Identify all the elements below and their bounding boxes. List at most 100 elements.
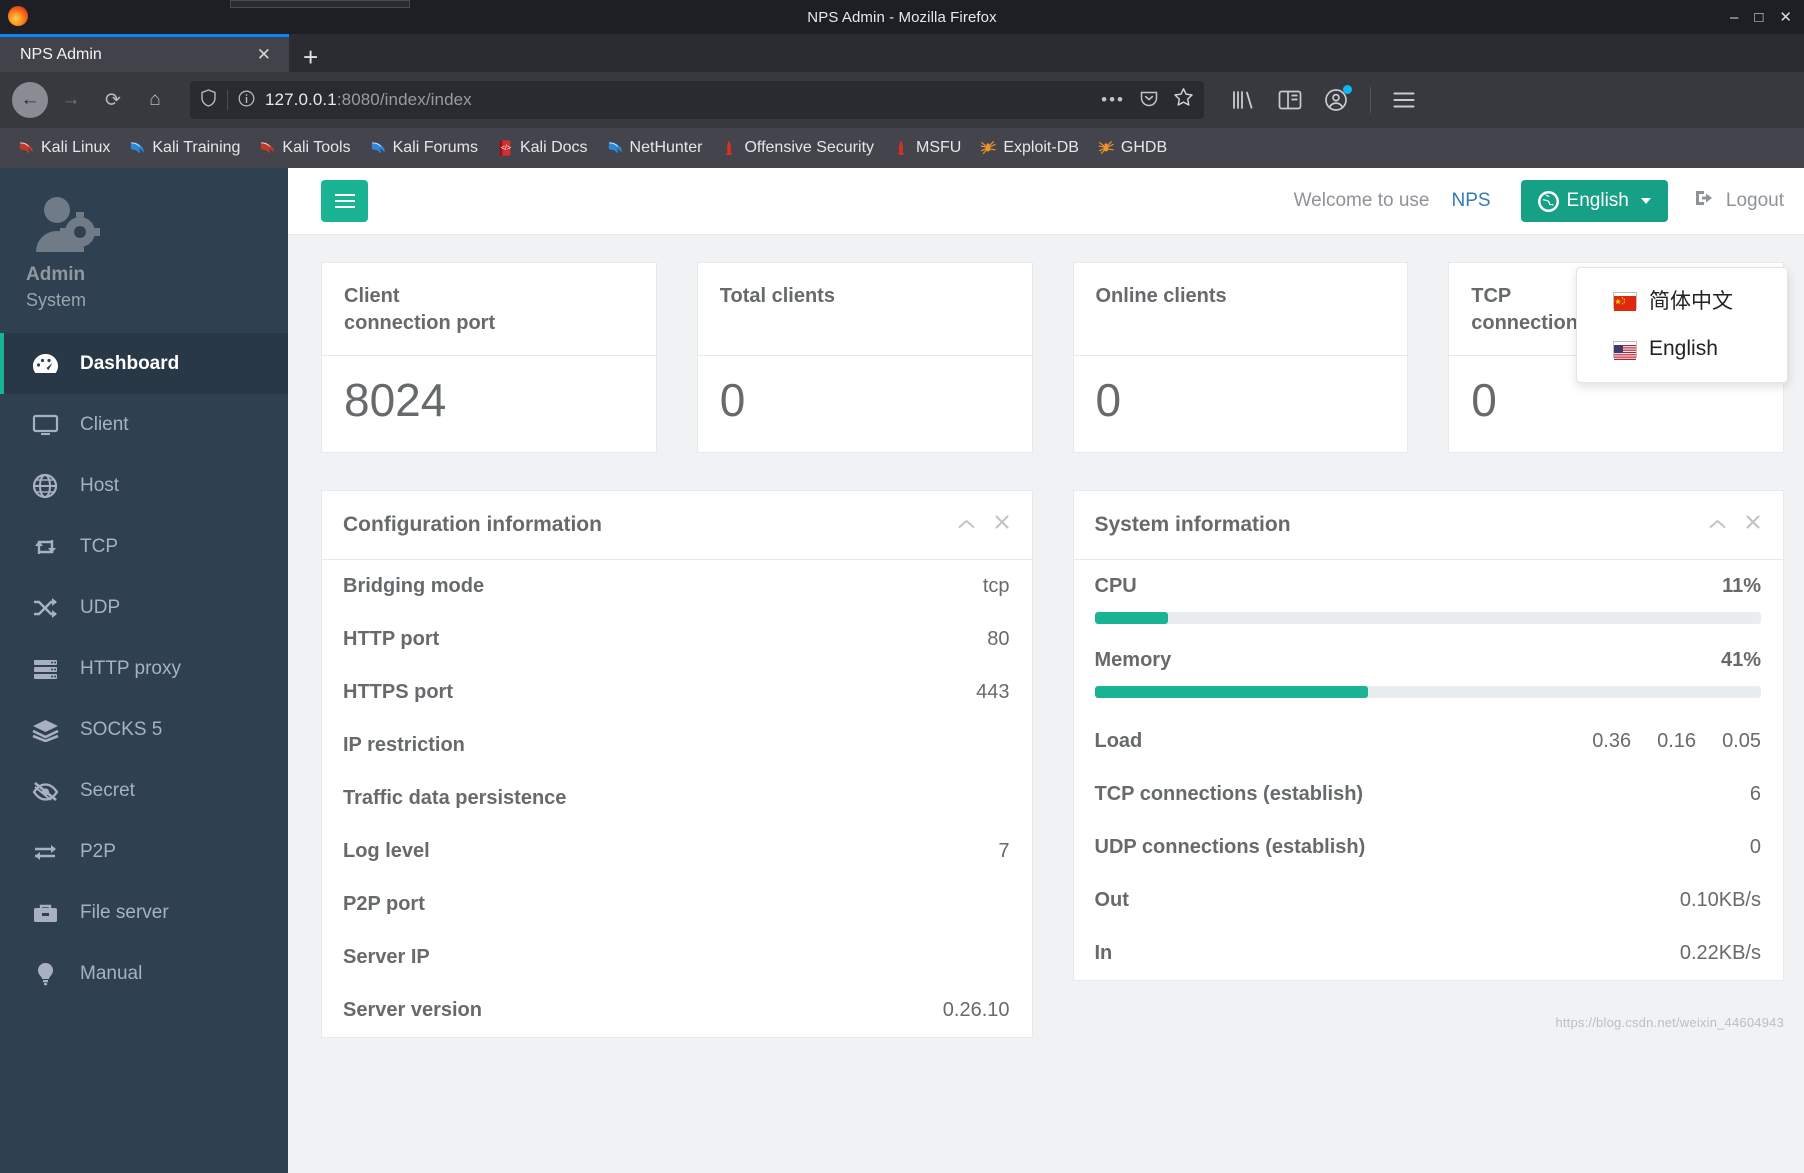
bookmark-kali-docs[interactable]: </> Kali Docs [487,139,597,157]
config-row: IP restriction [322,719,1032,772]
stat-card-header: Total clients [697,263,1032,356]
language-option-us[interactable]: English [1577,326,1787,372]
pocket-icon[interactable] [1139,88,1159,113]
shield-icon[interactable] [200,89,217,111]
logout-button[interactable]: Logout [1694,188,1784,214]
language-selector-button[interactable]: English [1520,180,1668,222]
system-info-row: UDP connections (establish) 0 [1074,821,1784,874]
bookmark-ghdb[interactable]: GHDB [1088,139,1176,157]
page-actions-icon[interactable]: ••• [1101,90,1125,110]
bookmark-kali-training[interactable]: Kali Training [119,139,249,157]
stat-card-title: Client connection port [344,285,496,334]
account-icon[interactable] [1324,85,1352,112]
firefox-logo-icon [8,6,28,26]
minimize-button[interactable]: – [1730,10,1738,25]
bookmark-msfu[interactable]: MSFU [883,139,970,157]
sidebar-item-http-proxy[interactable]: HTTP proxy [0,638,288,699]
forward-button[interactable]: → [52,81,90,119]
reload-button[interactable]: ⟳ [94,81,132,119]
sidebar-profile: Admin System [0,168,288,333]
progress-bar [1094,611,1761,624]
sidebar-item-dashboard[interactable]: Dashboard [0,333,288,394]
sidebar-item-manual[interactable]: Manual [0,943,288,1004]
address-bar[interactable]: 127.0.0.1:8080/index/index ••• [190,81,1204,119]
config-row-key: P2P port [343,892,425,915]
bookmark-offensive-security[interactable]: Offensive Security [711,139,883,157]
bookmark-kali-linux[interactable]: Kali Linux [8,139,119,157]
browser-tab[interactable]: NPS Admin ✕ [0,34,289,72]
panel-tools [1709,514,1761,536]
tab-close-icon[interactable]: ✕ [251,43,277,67]
sidebar-toggle-button[interactable] [321,180,368,222]
close-icon[interactable] [994,514,1010,536]
panel-title: Configuration information [343,512,602,536]
sidebar-item-p2p[interactable]: P2P [0,821,288,882]
stat-card-title: Online clients [1095,285,1227,307]
chevron-up-icon[interactable] [958,514,975,536]
globe-icon [1537,190,1559,212]
sidebar-icon[interactable] [1278,90,1302,110]
page-topbar: Welcome to use NPS English Logout [288,168,1804,235]
sidebar-item-label: Manual [80,962,143,984]
home-button[interactable]: ⌂ [136,81,174,119]
chevron-up-icon[interactable] [1709,514,1726,536]
library-icon[interactable] [1230,89,1256,111]
close-button[interactable]: ✕ [1779,10,1792,25]
system-info-value: 6 [1749,782,1761,805]
sidebar-item-secret[interactable]: Secret [0,760,288,821]
hamburger-menu-icon[interactable] [1393,91,1415,109]
kali-dragon-icon [606,139,624,157]
close-icon[interactable] [1745,514,1761,536]
stat-card-header: Client connection port [322,263,656,356]
system-info-value: 0.10KB/s [1679,888,1761,911]
language-option-label: 简体中文 [1649,290,1733,313]
firefox-window: NPS Admin - Mozilla Firefox – □ ✕ NPS Ad… [0,0,1804,1173]
sidebar-item-udp[interactable]: UDP [0,577,288,638]
window-titlebar: NPS Admin - Mozilla Firefox – □ ✕ [0,0,1804,34]
bookmark-kali-tools[interactable]: Kali Tools [249,139,359,157]
star-icon[interactable] [1173,87,1194,113]
bookmark-kali-forums[interactable]: Kali Forums [360,139,487,157]
stat-card-value: 8024 [344,374,447,426]
language-option-cn[interactable]: 简体中文 [1577,274,1787,326]
system-meter-key: CPU [1094,574,1137,597]
nps-brand-link[interactable]: NPS [1451,190,1490,212]
stat-card-title: Total clients [719,285,835,307]
config-row: HTTP port 80 [322,613,1032,666]
language-button-label: English [1566,190,1629,211]
back-button[interactable]: ← [12,82,48,118]
bookmark-exploit-db[interactable]: Exploit-DB [970,139,1088,157]
sidebar-item-client[interactable]: Client [0,394,288,455]
system-meter-value: 11% [1722,574,1761,597]
sidebar-item-label: Dashboard [80,352,180,374]
maximize-button[interactable]: □ [1754,10,1763,25]
panel-title: System information [1094,512,1291,536]
stat-card: Client connection port 8024 [321,262,657,453]
language-dropdown-menu: 简体中文 English [1576,267,1788,383]
exchange-arrows-icon [30,534,60,560]
new-tab-button[interactable]: + [289,44,332,70]
config-row-key: Traffic data persistence [343,786,567,809]
sidebar-navigation: Admin System Dashboard Client Host TCP UDP HT… [0,168,288,1173]
config-row-key: Bridging mode [343,574,485,597]
sign-out-icon [1694,188,1716,214]
system-info-key: TCP connections (establish) [1094,782,1364,805]
info-circle-icon[interactable] [238,90,255,110]
system-load-row: Load 0.36 0.16 0.05 [1074,708,1784,768]
sidebar-item-file-server[interactable]: File server [0,882,288,943]
bookmark-label: Kali Training [152,139,241,156]
sidebar-item-tcp[interactable]: TCP [0,516,288,577]
kali-docs-book-icon: </> [496,139,514,157]
kali-dragon-icon [17,139,35,157]
configuration-rows: Bridging mode tcp HTTP port 80 HTTPS port 443… [322,560,1032,1037]
bookmark-nethunter[interactable]: NetHunter [597,139,712,157]
bookmark-label: Exploit-DB [1003,139,1079,156]
offsec-icon [720,139,738,157]
stat-card: Total clients 0 [696,262,1033,453]
sidebar-item-socks-5[interactable]: SOCKS 5 [0,699,288,760]
bookmark-label: NetHunter [629,139,703,156]
sidebar-item-host[interactable]: Host [0,455,288,516]
random-arrows-icon [30,595,60,621]
stat-card-body: 8024 [322,356,656,452]
system-meter-labels: Memory 41% [1095,649,1762,672]
